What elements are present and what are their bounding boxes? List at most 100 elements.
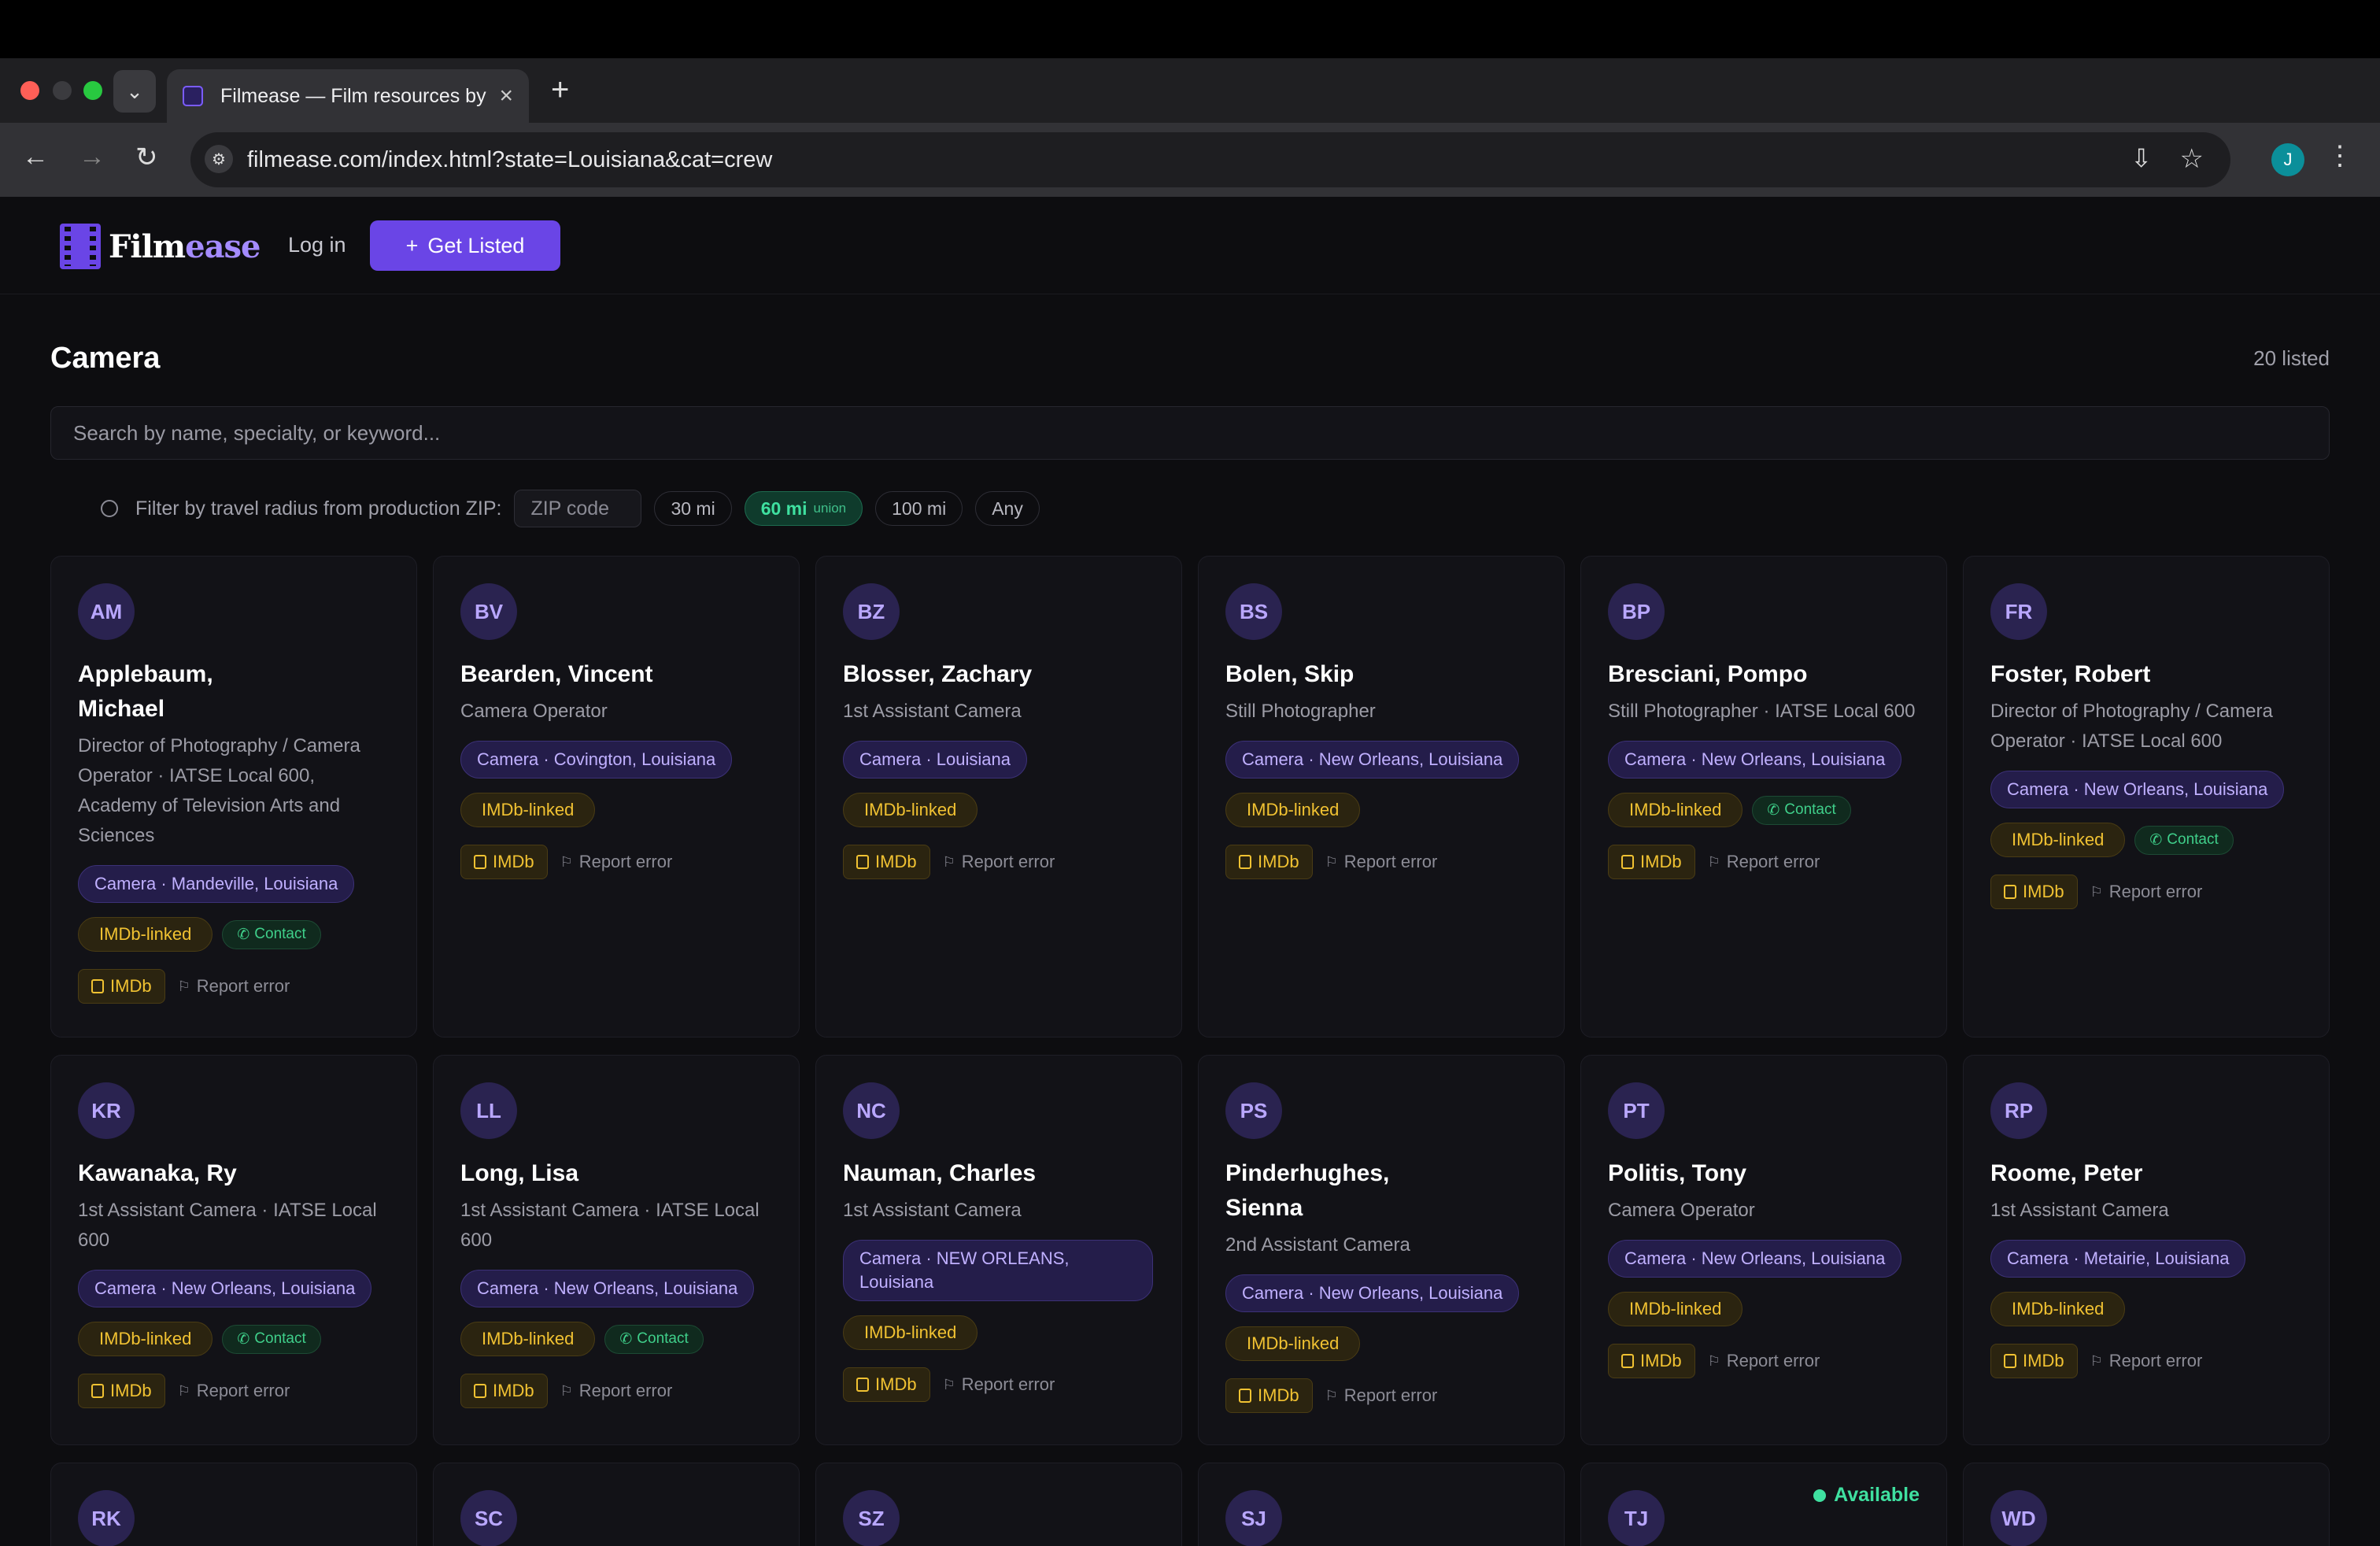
browser-tab[interactable]: Filmease — Film resources by × (167, 69, 529, 123)
imdb-label: IMDb (1258, 852, 1299, 871)
contact-button[interactable]: ✆ Contact (604, 1324, 704, 1354)
report-error-link[interactable]: ⚐ Report error (943, 1374, 1055, 1395)
report-error-link[interactable]: ⚐ Report error (1708, 1351, 1820, 1371)
contact-button[interactable]: ✆ Contact (2134, 825, 2234, 855)
tab-search-button[interactable]: ⌄ (113, 70, 156, 113)
chip-label: 30 mi (671, 497, 715, 519)
maximize-window-button[interactable] (83, 81, 102, 100)
contact-label: Contact (254, 926, 306, 942)
forward-icon[interactable]: → (79, 142, 105, 172)
get-listed-button[interactable]: + Get Listed (370, 220, 560, 271)
install-app-icon[interactable]: ⇩ (2131, 143, 2152, 173)
report-error-link[interactable]: ⚐ Report error (178, 976, 290, 997)
crew-card[interactable]: BV Bearden, Vincent Camera Operator Came… (433, 556, 800, 1037)
imdb-button[interactable]: IMDb (1608, 1344, 1695, 1378)
imdb-label: IMDb (110, 976, 152, 996)
available-label: Available (1834, 1484, 1920, 1506)
imdb-button[interactable]: IMDb (460, 1374, 548, 1408)
crew-role: 2nd Assistant Camera (1225, 1234, 1410, 1256)
location-badge: Camera · New Orleans, Louisiana (1990, 771, 2285, 808)
report-error-link[interactable]: ⚐ Report error (178, 1381, 290, 1401)
browser-menu-icon[interactable]: ⋮ (2326, 140, 2353, 172)
imdb-button[interactable]: IMDb (1990, 1344, 2078, 1378)
crew-name: Politis, Tony (1608, 1160, 1747, 1186)
crew-role: 1st Assistant Camera · IATSE Local 600 (460, 1200, 759, 1251)
crew-role: Camera Operator (1608, 1200, 1755, 1221)
crew-card[interactable]: SJ (1198, 1463, 1565, 1546)
crew-card[interactable]: AM Applebaum, Michael Director of Photogr… (50, 556, 417, 1037)
imdb-button[interactable]: IMDb (460, 845, 548, 879)
filter-label: Filter by travel radius from production … (135, 497, 502, 520)
radius-chip-60[interactable]: 60 mi union (744, 491, 863, 526)
crew-card[interactable]: BS Bolen, Skip Still Photographer Camera… (1198, 556, 1565, 1037)
close-window-button[interactable] (20, 81, 39, 100)
login-link[interactable]: Log in (288, 233, 346, 257)
crew-card[interactable]: NC Nauman, Charles 1st Assistant Camera … (815, 1055, 1182, 1445)
imdb-button[interactable]: IMDb (1990, 875, 2078, 909)
crew-card[interactable]: PS Pinderhughes, Sienna 2nd Assistant Cam… (1198, 1055, 1565, 1445)
badge-row: IMDb-linked ✆ Contact (78, 1322, 390, 1356)
crew-card[interactable]: WD (1963, 1463, 2330, 1546)
crew-grid: AM Applebaum, Michael Director of Photogr… (50, 556, 2330, 1546)
imdb-button[interactable]: IMDb (1225, 845, 1313, 879)
site-logo[interactable]: Filmease (60, 224, 261, 269)
back-icon[interactable]: ← (22, 142, 49, 172)
contact-label: Contact (254, 1330, 306, 1347)
crew-card[interactable]: PT Politis, Tony Camera Operator Camera … (1580, 1055, 1947, 1445)
profile-avatar[interactable]: J (2271, 143, 2304, 176)
report-error-link[interactable]: ⚐ Report error (560, 1381, 673, 1401)
imdb-button[interactable]: IMDb (1608, 845, 1695, 879)
crew-card[interactable]: FR Foster, Robert Director of Photograph… (1963, 556, 2330, 1037)
radius-chip-30[interactable]: 30 mi (654, 491, 732, 526)
minimize-window-button[interactable] (53, 81, 72, 100)
crew-card[interactable]: RP Roome, Peter 1st Assistant Camera Cam… (1963, 1055, 2330, 1445)
zip-code-input[interactable] (514, 490, 642, 527)
imdb-button[interactable]: IMDb (843, 1367, 930, 1402)
crew-card[interactable]: KR Kawanaka, Ry 1st Assistant Camera · I… (50, 1055, 417, 1445)
chip-sublabel: union (813, 501, 847, 516)
contact-button[interactable]: ✆ Contact (1752, 795, 1851, 825)
browser-toolbar: ← → ↻ ⚙ filmease.com/index.html?state=Lo… (0, 123, 2380, 197)
crew-card[interactable]: RK (50, 1463, 417, 1546)
contact-button[interactable]: ✆ Contact (222, 919, 321, 949)
search-input[interactable] (50, 406, 2330, 460)
radius-chip-any[interactable]: Any (975, 491, 1040, 526)
new-tab-button[interactable]: + (551, 72, 569, 108)
crew-card[interactable]: BP Bresciani, Pompo Still Photographer ·… (1580, 556, 1947, 1037)
report-error-link[interactable]: ⚐ Report error (2090, 1351, 2203, 1371)
crew-card[interactable]: SC (433, 1463, 800, 1546)
contact-button[interactable]: ✆ Contact (222, 1324, 321, 1354)
imdb-button[interactable]: IMDb (1225, 1378, 1313, 1413)
reload-icon[interactable]: ↻ (135, 142, 158, 173)
report-error-link[interactable]: ⚐ Report error (1708, 852, 1820, 872)
report-error-link[interactable]: ⚐ Report error (1325, 1385, 1438, 1406)
radius-chip-100[interactable]: 100 mi (875, 491, 963, 526)
report-error-link[interactable]: ⚐ Report error (1325, 852, 1438, 872)
crew-card[interactable]: BZ Blosser, Zachary 1st Assistant Camera… (815, 556, 1182, 1037)
avatar: TJ (1608, 1490, 1665, 1546)
crew-card[interactable]: LL Long, Lisa 1st Assistant Camera · IAT… (433, 1055, 800, 1445)
imdb-icon (1621, 1354, 1634, 1368)
report-error-link[interactable]: ⚐ Report error (943, 852, 1055, 872)
address-bar[interactable]: ⚙ filmease.com/index.html?state=Louisian… (190, 132, 2230, 187)
imdb-button[interactable]: IMDb (843, 845, 930, 879)
flag-icon: ⚐ (2090, 883, 2103, 900)
imdb-icon (474, 1384, 486, 1398)
phone-icon: ✆ (619, 1330, 633, 1348)
imdb-button[interactable]: IMDb (78, 1374, 165, 1408)
crew-card[interactable]: SZ (815, 1463, 1182, 1546)
report-error-link[interactable]: ⚐ Report error (2090, 882, 2203, 902)
location-badge: Camera · New Orleans, Louisiana (1608, 741, 1902, 779)
close-tab-icon[interactable]: × (499, 83, 513, 109)
get-listed-label: Get Listed (427, 233, 525, 257)
card-actions: IMDb ⚐ Report error (1608, 845, 1920, 879)
crew-name: Pinderhughes, Sienna (1225, 1156, 1537, 1226)
report-error-link[interactable]: ⚐ Report error (560, 852, 673, 872)
badge-row: IMDb-linked ✆ Contact (460, 1322, 772, 1356)
imdb-linked-badge: IMDb-linked (78, 917, 213, 952)
crew-card[interactable]: Available TJ (1580, 1463, 1947, 1546)
imdb-button[interactable]: IMDb (78, 969, 165, 1004)
bookmark-star-icon[interactable]: ☆ (2180, 143, 2204, 175)
site-info-icon[interactable]: ⚙ (205, 145, 233, 173)
card-actions: IMDb ⚐ Report error (1608, 1344, 1920, 1378)
